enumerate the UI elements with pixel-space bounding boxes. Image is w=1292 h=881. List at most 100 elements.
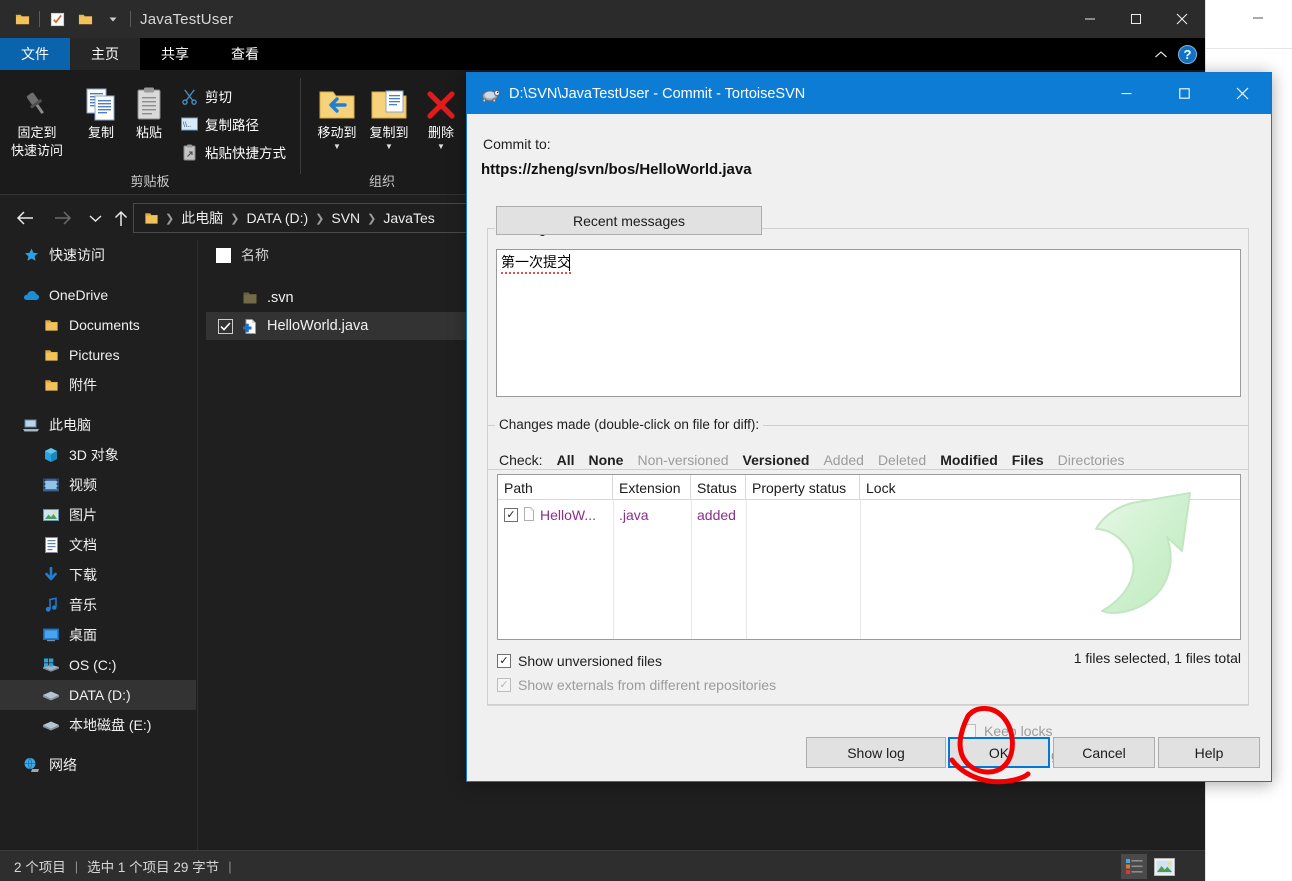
chevron-down-icon[interactable]: ▼	[333, 143, 341, 151]
check-link-files[interactable]: Files	[1012, 452, 1044, 468]
delete-button[interactable]: 删除 ▼	[410, 78, 472, 151]
dialog-separator	[487, 705, 1249, 706]
ok-button[interactable]: OK	[948, 737, 1050, 768]
properties-icon[interactable]	[43, 4, 71, 34]
column-header-extension[interactable]: Extension	[613, 475, 691, 500]
cell-status: added	[697, 507, 736, 523]
ribbon-group-divider	[300, 78, 301, 174]
cell-path[interactable]: ✓ HelloW...	[498, 502, 613, 528]
sidebar-item-os-c[interactable]: OS (C:)	[0, 650, 196, 680]
details-view-icon[interactable]	[1121, 854, 1147, 879]
check-link-directories: Directories	[1057, 452, 1125, 468]
tab-view[interactable]: 查看	[210, 38, 280, 70]
file-checkbox-helloworld[interactable]	[218, 318, 233, 334]
check-link-none[interactable]: None	[588, 452, 623, 468]
cell-property-status	[746, 502, 860, 528]
back-button[interactable]	[10, 204, 40, 232]
folder-icon	[42, 316, 60, 334]
sidebar-item-network[interactable]: 网络	[0, 750, 196, 780]
close-icon[interactable]	[1159, 0, 1205, 38]
sidebar-label-music: 音乐	[69, 597, 97, 613]
maximize-icon[interactable]	[1113, 0, 1159, 38]
tab-file[interactable]: 文件	[0, 38, 70, 70]
files-summary: 1 files selected, 1 files total	[1073, 650, 1241, 666]
thumbnails-view-icon[interactable]	[1151, 854, 1177, 879]
folder-icon-2	[42, 346, 60, 364]
background-window-minimize-icon[interactable]	[1236, 0, 1280, 36]
sidebar-label-pictures-pc: 图片	[69, 507, 97, 523]
show-unversioned-checkbox[interactable]: ✓	[497, 654, 511, 668]
sidebar-item-documents-pc[interactable]: 文档	[0, 530, 196, 560]
paste-shortcut-button[interactable]: 粘贴快捷方式	[180, 142, 286, 162]
chevron-down-icon-3[interactable]: ▼	[437, 143, 445, 151]
sidebar-item-data-d[interactable]: DATA (D:)	[0, 680, 196, 710]
pin-label-line2: 快速访问	[10, 143, 63, 158]
forward-button[interactable]	[48, 204, 78, 232]
breadcrumb-item-1[interactable]: DATA (D:)	[241, 210, 313, 226]
tab-share[interactable]: 共享	[140, 38, 210, 70]
changes-table[interactable]: Path Extension Status Property status Lo…	[497, 474, 1241, 640]
message-textarea[interactable]: 第一次提交	[496, 249, 1241, 397]
sidebar-item-pictures-pc[interactable]: 图片	[0, 500, 196, 530]
sidebar-item-documents[interactable]: Documents	[0, 310, 196, 340]
show-externals-checkbox: ✓	[497, 678, 511, 692]
new-folder-icon[interactable]	[71, 4, 99, 34]
folder-icon[interactable]	[8, 4, 36, 34]
check-link-modified[interactable]: Modified	[940, 452, 998, 468]
breadcrumb-folder-icon	[140, 211, 163, 226]
breadcrumb-item-2[interactable]: SVN	[326, 210, 365, 226]
select-all-checkbox[interactable]	[216, 247, 231, 263]
recent-messages-button[interactable]: Recent messages	[496, 206, 762, 235]
row-checkbox[interactable]: ✓	[504, 508, 518, 522]
breadcrumb-item-3[interactable]: JavaTes	[378, 210, 439, 226]
folder-dim-icon	[241, 289, 259, 307]
dialog-maximize-icon[interactable]	[1155, 73, 1213, 114]
column-header-property-status[interactable]: Property status	[746, 475, 860, 500]
sidebar-item-music[interactable]: 音乐	[0, 590, 196, 620]
sidebar-gap-2	[0, 400, 196, 410]
paste-button[interactable]: 粘贴	[118, 78, 180, 140]
sidebar-item-desktop[interactable]: 桌面	[0, 620, 196, 650]
status-item-count: 2 个项目	[14, 860, 66, 875]
column-header-path[interactable]: Path	[498, 475, 613, 500]
up-button[interactable]	[106, 204, 136, 232]
sidebar-item-videos[interactable]: 视频	[0, 470, 196, 500]
breadcrumb-item-0[interactable]: 此电脑	[176, 208, 228, 228]
show-log-button[interactable]: Show log	[806, 737, 946, 768]
copy-path-button[interactable]: \\.. 复制路径	[180, 114, 259, 134]
sidebar-item-this-pc[interactable]: 此电脑	[0, 410, 196, 440]
minimize-icon[interactable]	[1067, 0, 1113, 38]
chevron-down-icon[interactable]	[99, 4, 127, 34]
dialog-close-icon[interactable]	[1213, 73, 1271, 114]
cut-button[interactable]: 剪切	[180, 86, 232, 106]
sidebar-item-quick-access[interactable]: 快速访问	[0, 240, 196, 270]
chevron-down-icon-2[interactable]: ▼	[385, 143, 393, 151]
network-icon	[22, 756, 40, 774]
drive-icon-2	[42, 716, 60, 734]
sidebar-item-attachments[interactable]: 附件	[0, 370, 196, 400]
pin-to-quick-access-button[interactable]: 固定到 快速访问	[6, 78, 68, 158]
copy-label: 复制	[87, 125, 114, 140]
ribbon-group-organize: 移动到 ▼ 复制到 ▼ 删除 ▼ 组织	[302, 70, 462, 195]
sidebar-item-downloads[interactable]: 下载	[0, 560, 196, 590]
commit-url: https://zheng/svn/bos/HelloWorld.java	[481, 161, 752, 178]
check-link-versioned[interactable]: Versioned	[743, 452, 810, 468]
check-link-all[interactable]: All	[557, 452, 575, 468]
sidebar-item-pictures[interactable]: Pictures	[0, 340, 196, 370]
cancel-button[interactable]: Cancel	[1053, 737, 1155, 768]
column-header-name[interactable]: 名称	[241, 245, 269, 265]
sidebar-label-3d-objects: 3D 对象	[69, 447, 119, 463]
dialog-minimize-icon[interactable]	[1097, 73, 1155, 114]
show-unversioned-row[interactable]: ✓ Show unversioned files	[497, 653, 662, 669]
sidebar-item-onedrive[interactable]: OneDrive	[0, 280, 196, 310]
ribbon-group-clipboard-label: 剪贴板	[130, 174, 170, 189]
breadcrumb-sep-2: ❯	[315, 212, 325, 225]
sidebar-item-3d-objects[interactable]: 3D 对象	[0, 440, 196, 470]
tab-home[interactable]: 主页	[70, 38, 140, 70]
help-button[interactable]: Help	[1158, 737, 1260, 768]
help-icon[interactable]: ?	[1178, 44, 1197, 64]
sidebar-item-local-e[interactable]: 本地磁盘 (E:)	[0, 710, 196, 740]
chevron-up-icon[interactable]	[1154, 48, 1168, 61]
column-header-status[interactable]: Status	[691, 475, 746, 500]
breadcrumb-sep-1: ❯	[230, 212, 240, 225]
